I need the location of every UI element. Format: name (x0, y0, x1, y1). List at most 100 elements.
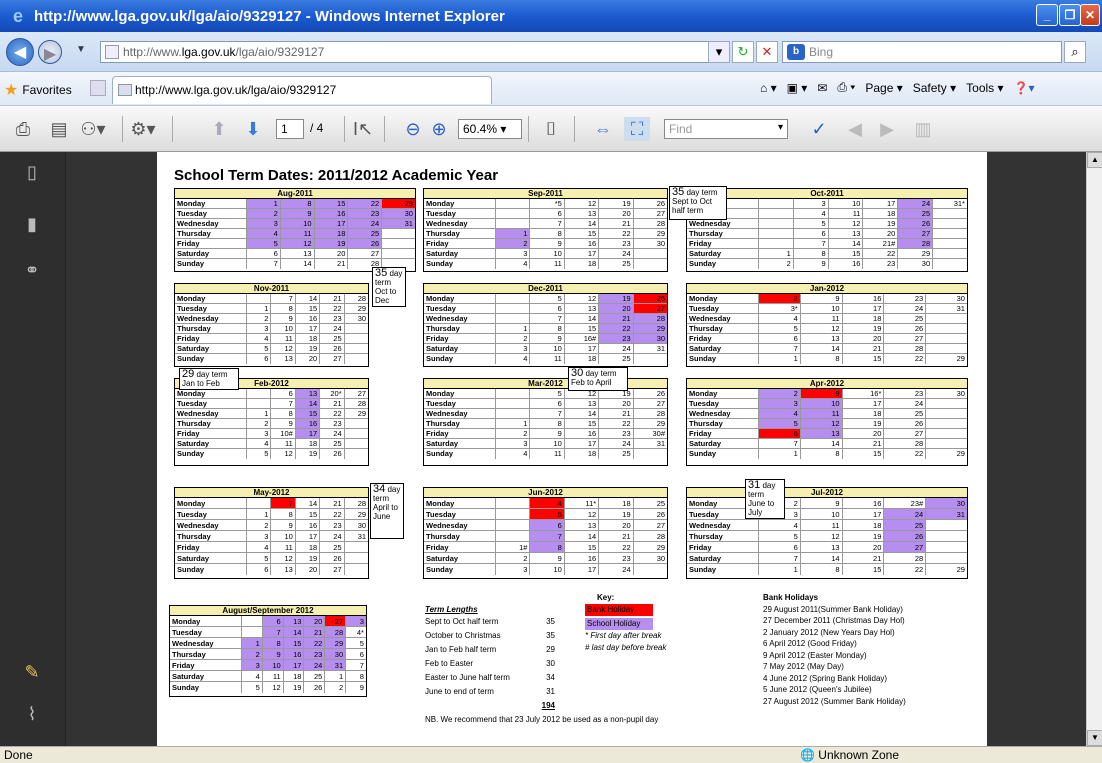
search-icon[interactable]: ⌕ (1064, 41, 1086, 63)
pdf-print-icon[interactable]: ⎙ (10, 117, 36, 141)
favorites-button[interactable]: ★ Favorites (4, 80, 72, 100)
date-cell: 25 (320, 439, 345, 448)
comments-panel-icon[interactable]: ✎ (20, 662, 44, 686)
date-cell: 21 (843, 439, 885, 448)
minimize-button[interactable]: _ (1036, 4, 1058, 26)
forward-button[interactable]: ▶ (38, 40, 62, 64)
date-cell: 19 (284, 682, 305, 693)
spellcheck-icon[interactable]: ✓ (806, 117, 832, 141)
date-cell: 9 (801, 498, 843, 508)
next-icon[interactable]: ▶ (874, 117, 900, 141)
refresh-icon[interactable]: ↻ (732, 41, 754, 63)
browser-tab[interactable]: http://www.lga.gov.uk/lga/aio/9329127 (112, 76, 492, 104)
date-cell: 17 (565, 439, 600, 448)
week-day-row: Saturday 5 12 19 26 (175, 553, 368, 564)
attachments-panel-icon[interactable]: ⌇ (20, 704, 44, 728)
month-calendar: Jul-2012 Monday 2 9 16 23# 30 Tuesday 3 10 17 24 31 W… (686, 487, 968, 579)
stop-icon[interactable]: ✕ (756, 41, 778, 63)
find-input[interactable]: Find (664, 119, 788, 139)
term-length-note: 35 day term Sept to Oct half term (669, 186, 727, 220)
home-icon[interactable]: ⌂ ▾ (760, 81, 777, 95)
date-cell: 1 (759, 449, 801, 459)
scroll-down-icon[interactable]: ▼ (1087, 730, 1102, 746)
pdf-save-icon[interactable]: ▤ (46, 117, 72, 141)
day-name: Saturday (175, 344, 247, 353)
quick-tabs-icon[interactable] (90, 80, 106, 96)
url-input[interactable]: http://www.lga.gov.uk/lga/aio/9329127 (100, 41, 720, 63)
snapshot-icon[interactable]: ⌷ (538, 117, 564, 141)
date-cell (933, 239, 967, 248)
page-menu[interactable]: Page ▾ (865, 81, 902, 95)
date-cell: 29 (956, 354, 965, 363)
date-cell: 23 (348, 209, 383, 218)
date-cell: 12 (565, 294, 600, 303)
close-button[interactable]: ✕ (1080, 4, 1100, 26)
date-cell: 21 (320, 498, 345, 508)
safety-menu[interactable]: Safety ▾ (913, 81, 956, 95)
date-cell: 1 (496, 419, 531, 428)
date-cell: 4 (530, 498, 565, 508)
date-cell: 28 (898, 239, 934, 248)
date-cell (247, 399, 272, 408)
fit-page-icon[interactable]: ⛶ (624, 117, 650, 141)
address-dropdown-icon[interactable]: ▾ (708, 41, 730, 63)
next-page-icon[interactable]: ⬇ (240, 117, 266, 141)
date-cell: 28 (357, 499, 367, 508)
date-cell: 7 (759, 344, 801, 353)
pages-panel-icon[interactable]: ▯ (20, 162, 44, 186)
maximize-button[interactable]: ❐ (1059, 4, 1081, 26)
date-cell: 3 (247, 219, 281, 228)
help-icon[interactable]: ❓▾ (1014, 81, 1035, 95)
date-cell (759, 199, 794, 208)
search-placeholder: Bing (809, 45, 834, 59)
month-calendar: May-2012 Monday 7 14 21 28 Tuesday 1 8 15 22 29 Wedn… (174, 487, 369, 579)
date-cell: 3 (759, 399, 801, 408)
month-name: Mar-2012 (424, 379, 667, 389)
signatures-panel-icon[interactable]: ⚭ (20, 260, 44, 284)
tools-menu[interactable]: Tools ▾ (966, 81, 1003, 95)
page-number-input[interactable]: 1 (276, 119, 304, 139)
date-cell: 4 (496, 354, 531, 364)
pdf-settings-icon[interactable]: ⚙▾ (130, 117, 156, 141)
scroll-up-icon[interactable]: ▲ (1087, 152, 1102, 168)
week-day-row: Friday 6 13 20 27 (687, 542, 967, 553)
pdf-share-icon[interactable]: ⚇▾ (80, 117, 106, 141)
date-cell: 3 (794, 199, 829, 208)
day-name: Sunday (424, 449, 496, 459)
day-name: Monday (424, 199, 496, 208)
zoom-out-icon[interactable]: ⊖ (400, 117, 426, 141)
day-name: Tuesday (424, 304, 496, 313)
date-cell: 23 (884, 294, 927, 303)
week-day-row: Friday 6 13 20 27 (687, 429, 967, 439)
date-cell: 16 (565, 239, 600, 248)
date-cell: 22 (884, 449, 927, 459)
date-cell: 18 (296, 334, 321, 343)
date-cell (926, 419, 967, 428)
day-name: Wednesday (424, 314, 496, 323)
date-cell: 3 (496, 249, 531, 258)
fit-width-icon[interactable]: ⇔ (590, 117, 616, 141)
zoom-select[interactable]: 60.4% ▾ (458, 119, 522, 139)
date-cell: 22 (599, 419, 634, 428)
date-cell: 16 (565, 429, 600, 438)
term-length-row: October to Christmas 35 (425, 630, 555, 644)
find-dropdown-icon[interactable]: ▾ (778, 122, 783, 133)
bing-icon: b (787, 44, 805, 60)
search-input[interactable]: b Bing (782, 41, 1062, 63)
zoom-in-icon[interactable]: ⊕ (426, 117, 452, 141)
select-tool-icon[interactable]: I↖ (350, 117, 376, 141)
pages-icon[interactable]: ▥ (910, 117, 936, 141)
date-cell: 10 (801, 304, 843, 313)
previous-icon[interactable]: ◀ (842, 117, 868, 141)
bookmarks-panel-icon[interactable]: ▮ (20, 214, 44, 238)
recent-pages-icon[interactable]: ▼ (76, 44, 86, 55)
back-button[interactable]: ◀ (6, 38, 34, 66)
vertical-scrollbar[interactable]: ▲ ▼ (1086, 152, 1102, 746)
day-name: Sunday (424, 564, 496, 575)
day-name: Wednesday (687, 409, 759, 418)
print-icon[interactable]: ⎙ ▾ (837, 80, 855, 95)
previous-page-icon[interactable]: ⬆ (206, 117, 232, 141)
mail-icon[interactable]: ✉ (817, 81, 827, 95)
month-calendar: Apr-2012 Monday 2 9 16* 23 30 Tuesday 3 10 17 24 Wed… (686, 378, 968, 466)
feeds-icon[interactable]: ▣ ▾ (787, 81, 808, 95)
